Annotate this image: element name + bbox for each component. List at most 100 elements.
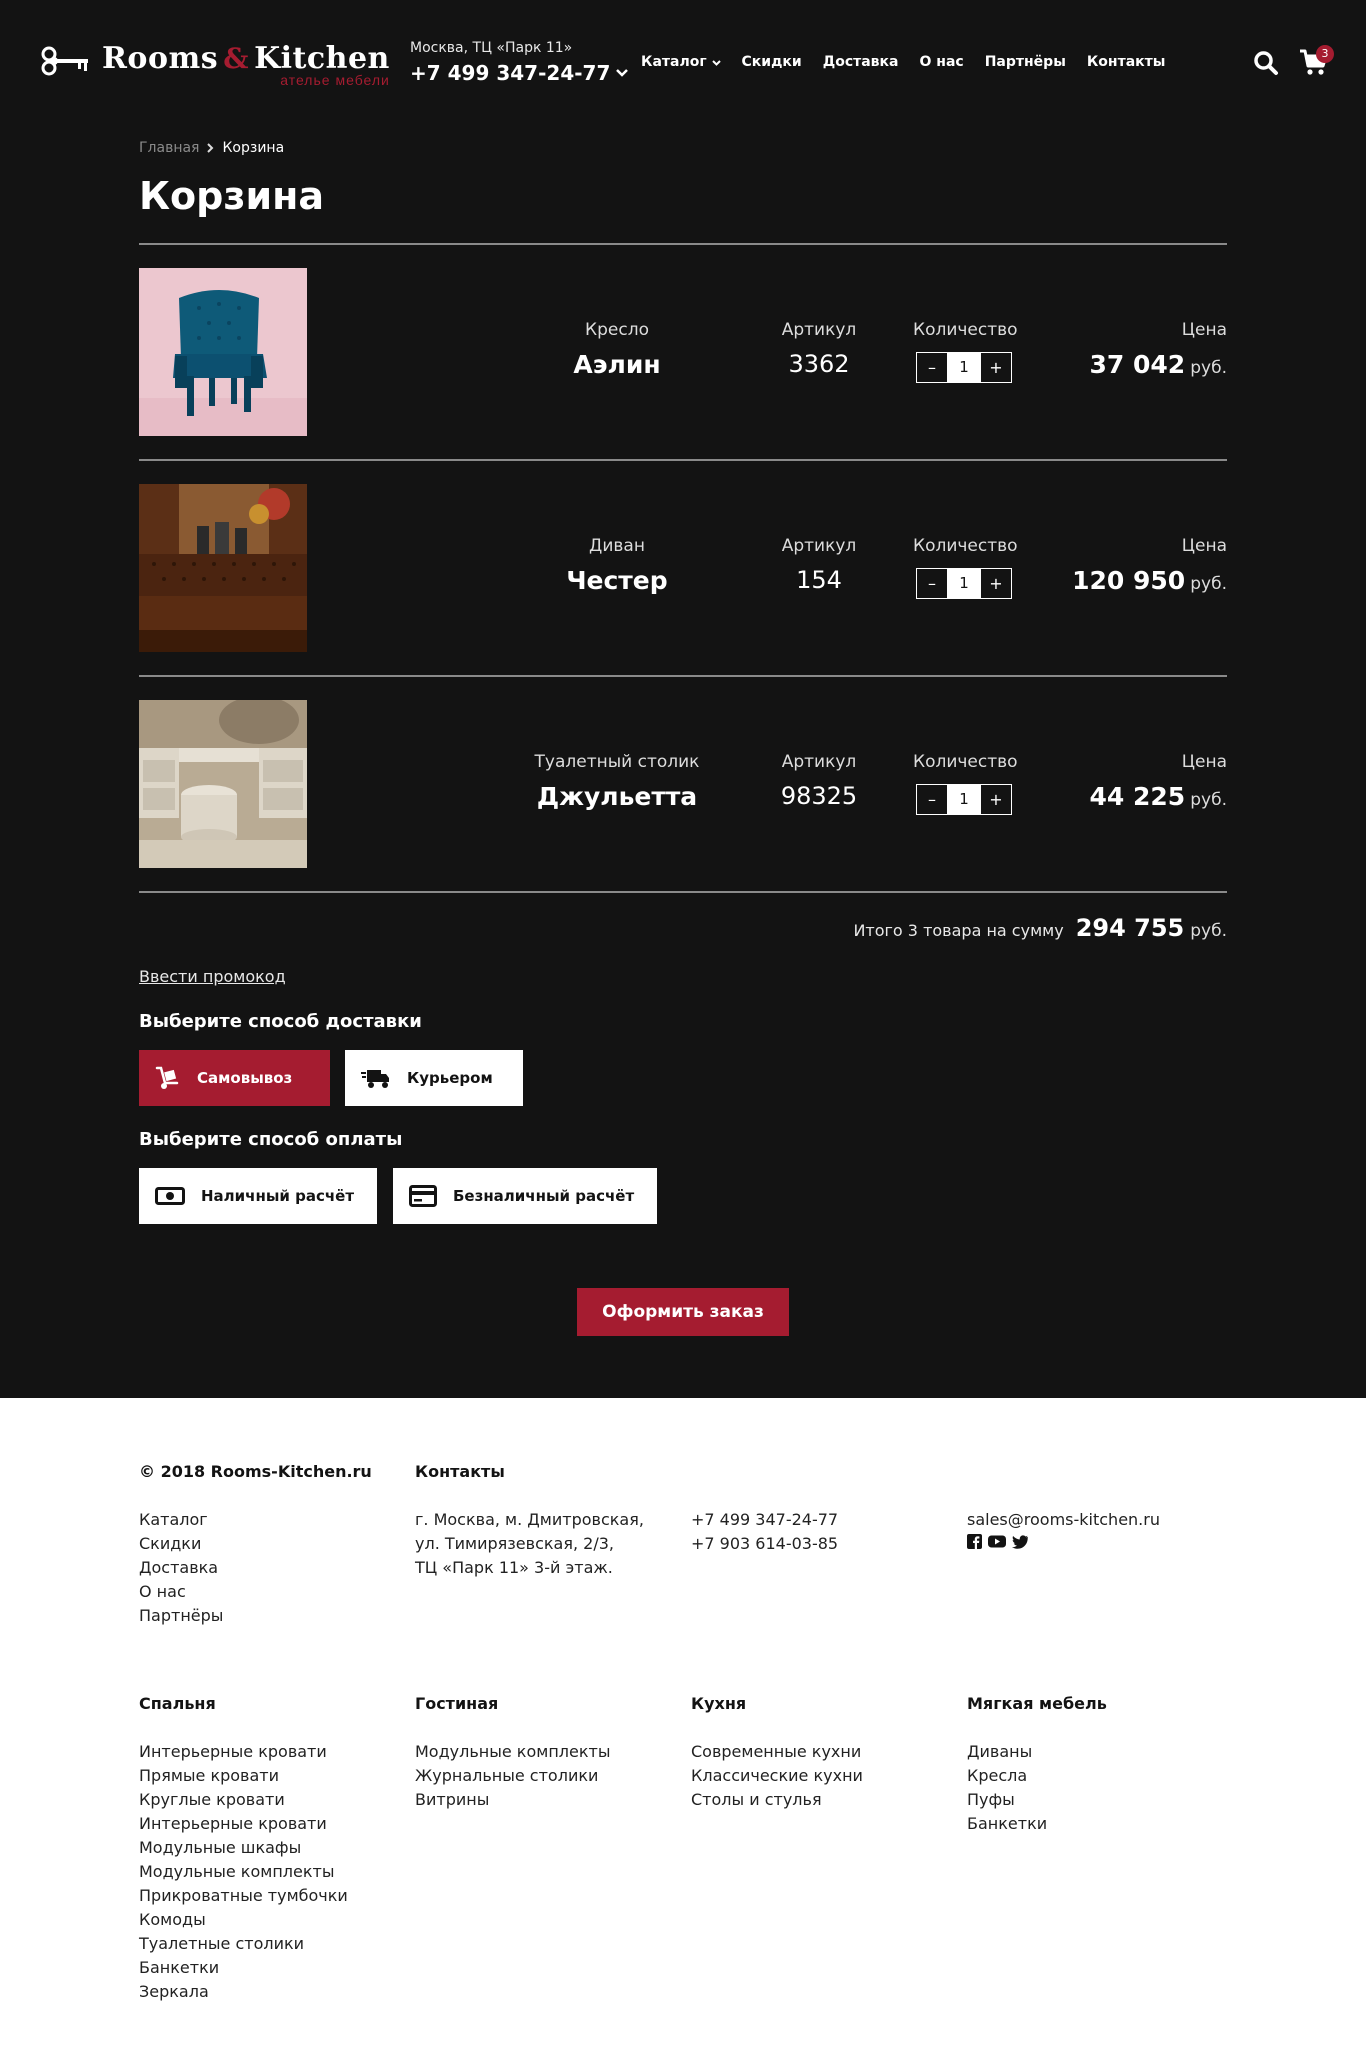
header-phone-dropdown[interactable]: +7 499 347-24-77 xyxy=(410,61,629,85)
increase-quantity-button[interactable]: + xyxy=(981,569,1011,598)
chevron-down-icon xyxy=(616,69,629,77)
footer-category-link[interactable]: Современные кухни xyxy=(691,1740,863,1764)
footer-category-list-living-room: Модульные комплекты Журнальные столики В… xyxy=(415,1740,610,1812)
increase-quantity-button[interactable]: + xyxy=(981,785,1011,814)
article-label: Артикул xyxy=(781,752,857,772)
divider xyxy=(139,675,1227,677)
footer-category-link[interactable]: Туалетные столики xyxy=(139,1932,348,1956)
footer-copyright: © 2018 Rooms-Kitchen.ru xyxy=(139,1462,372,1481)
social-links xyxy=(967,1534,1028,1549)
nav-item-about[interactable]: О нас xyxy=(920,54,964,70)
footer-category-link[interactable]: Прикроватные тумбочки xyxy=(139,1884,348,1908)
quantity-label: Количество xyxy=(913,320,1018,340)
decrease-quantity-button[interactable]: – xyxy=(917,785,947,814)
total-label: Итого 3 товара на сумму xyxy=(853,921,1064,940)
increase-quantity-button[interactable]: + xyxy=(981,353,1011,382)
header-contact: Москва, ТЦ «Парк 11» +7 499 347-24-77 xyxy=(410,40,629,85)
footer-category-link[interactable]: Зеркала xyxy=(139,1980,348,2004)
footer-link-partners[interactable]: Партнёры xyxy=(139,1604,223,1628)
footer-category-link[interactable]: Журнальные столики xyxy=(415,1764,610,1788)
footer-category-title-bedroom: Спальня xyxy=(139,1694,216,1713)
hand-truck-icon xyxy=(155,1066,179,1089)
footer-phone[interactable]: +7 499 347-24-77 xyxy=(691,1508,838,1532)
key-logo-icon xyxy=(41,46,88,76)
item-price: 37 042 xyxy=(1089,350,1186,379)
delivery-option-pickup[interactable]: Самовывоз xyxy=(139,1050,330,1106)
product-image-dressing-table[interactable] xyxy=(139,700,307,868)
total-sum: 294 755 xyxy=(1075,914,1185,942)
footer-category-link[interactable]: Столы и стулья xyxy=(691,1788,863,1812)
quantity-value[interactable]: 1 xyxy=(947,353,981,382)
footer-menu: Каталог Скидки Доставка О нас Партнёры xyxy=(139,1508,223,1628)
facebook-icon[interactable] xyxy=(967,1534,982,1549)
chevron-down-icon xyxy=(711,60,721,66)
quantity-stepper: – 1 + xyxy=(916,784,1012,815)
footer-category-link[interactable]: Классические кухни xyxy=(691,1764,863,1788)
item-price-column: Цена 37 042 руб. xyxy=(1089,320,1227,379)
quantity-value[interactable]: 1 xyxy=(947,569,981,598)
footer-phone[interactable]: +7 903 614-03-85 xyxy=(691,1532,838,1556)
breadcrumb-home[interactable]: Главная xyxy=(139,140,199,156)
nav-item-delivery[interactable]: Доставка xyxy=(823,54,899,70)
promo-code-link[interactable]: Ввести промокод xyxy=(139,967,286,986)
footer-category-link[interactable]: Прямые кровати xyxy=(139,1764,348,1788)
nav-item-contacts[interactable]: Контакты xyxy=(1087,54,1166,70)
site-footer: © 2018 Rooms-Kitchen.ru Контакты Каталог… xyxy=(0,1398,1366,2068)
footer-category-link[interactable]: Диваны xyxy=(967,1740,1047,1764)
payment-title: Выберите способ оплаты xyxy=(139,1129,403,1150)
footer-link-discounts[interactable]: Скидки xyxy=(139,1532,223,1556)
credit-card-icon xyxy=(409,1185,437,1207)
item-quantity-column: Количество – 1 + xyxy=(913,320,1018,383)
footer-category-link[interactable]: Модульные комплекты xyxy=(139,1860,348,1884)
decrease-quantity-button[interactable]: – xyxy=(917,353,947,382)
footer-email[interactable]: sales@rooms-kitchen.ru xyxy=(967,1508,1160,1532)
footer-category-title-kitchen: Кухня xyxy=(691,1694,747,1713)
nav-item-partners[interactable]: Партнёры xyxy=(985,54,1066,70)
place-order-button[interactable]: Оформить заказ xyxy=(577,1288,789,1336)
decrease-quantity-button[interactable]: – xyxy=(917,569,947,598)
cart-count-badge: 3 xyxy=(1316,45,1334,63)
footer-phones: +7 499 347-24-77 +7 903 614-03-85 xyxy=(691,1508,838,1556)
footer-category-link[interactable]: Модульные комплекты xyxy=(415,1740,610,1764)
product-image-sofa[interactable] xyxy=(139,484,307,652)
footer-category-list-bedroom: Интерьерные кровати Прямые кровати Кругл… xyxy=(139,1740,348,2004)
footer-category-link[interactable]: Модульные шкафы xyxy=(139,1836,348,1860)
breadcrumb-current: Корзина xyxy=(222,140,285,156)
footer-category-link[interactable]: Банкетки xyxy=(139,1956,348,1980)
footer-link-delivery[interactable]: Доставка xyxy=(139,1556,223,1580)
delivery-option-courier[interactable]: Курьером xyxy=(345,1050,523,1106)
payment-option-cash[interactable]: Наличный расчёт xyxy=(139,1168,377,1224)
footer-category-link[interactable]: Банкетки xyxy=(967,1812,1047,1836)
address-line: ТЦ «Парк 11» 3-й этаж. xyxy=(415,1558,613,1577)
delivery-option-label: Курьером xyxy=(407,1069,493,1087)
footer-category-link[interactable]: Кресла xyxy=(967,1764,1047,1788)
footer-category-link[interactable]: Круглые кровати xyxy=(139,1788,348,1812)
product-image-armchair[interactable] xyxy=(139,268,307,436)
footer-category-list-kitchen: Современные кухни Классические кухни Сто… xyxy=(691,1740,863,1812)
footer-link-about[interactable]: О нас xyxy=(139,1580,223,1604)
nav-item-discounts[interactable]: Скидки xyxy=(742,54,802,70)
item-article-column: Артикул 98325 xyxy=(719,752,919,810)
twitter-icon[interactable] xyxy=(1012,1534,1028,1549)
youtube-icon[interactable] xyxy=(988,1534,1006,1549)
footer-category-link[interactable]: Интерьерные кровати xyxy=(139,1740,348,1764)
article-label: Артикул xyxy=(781,536,857,556)
nav-item-catalog[interactable]: Каталог xyxy=(641,54,721,70)
logo[interactable]: Rooms & Kitchen ателье мебели xyxy=(40,42,390,88)
item-quantity-column: Количество – 1 + xyxy=(913,536,1018,599)
footer-category-link[interactable]: Пуфы xyxy=(967,1788,1047,1812)
footer-link-catalog[interactable]: Каталог xyxy=(139,1508,223,1532)
main-nav: Каталог Скидки Доставка О нас Партнёры К… xyxy=(641,54,1165,70)
quantity-value[interactable]: 1 xyxy=(947,785,981,814)
quantity-stepper: – 1 + xyxy=(916,352,1012,383)
logo-ampersand: & xyxy=(223,42,249,75)
footer-category-link[interactable]: Комоды xyxy=(139,1908,348,1932)
footer-category-link[interactable]: Витрины xyxy=(415,1788,610,1812)
cart-item: Кресло Аэлин Артикул 3362 Количество – 1… xyxy=(139,268,1227,436)
payment-option-cashless[interactable]: Безналичный расчёт xyxy=(393,1168,657,1224)
cart-page-dark-section: Rooms & Kitchen ателье мебели Москва, ТЦ… xyxy=(0,0,1366,1398)
currency-label: руб. xyxy=(1190,358,1227,378)
footer-category-link[interactable]: Интерьерные кровати xyxy=(139,1812,348,1836)
search-icon[interactable] xyxy=(1253,50,1279,76)
total-currency: руб. xyxy=(1190,921,1227,941)
